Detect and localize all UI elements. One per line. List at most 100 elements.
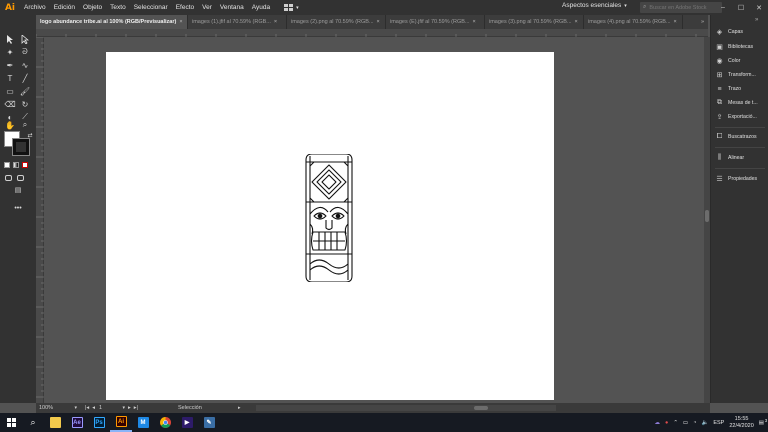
tab-document[interactable]: images (1).jfif al 70.59% (RGB... ×	[188, 15, 287, 29]
menu-ayuda[interactable]: Ayuda	[248, 4, 274, 11]
tab-document[interactable]: images (E).jfif al 70.59% (RGB... ×	[386, 15, 485, 29]
line-tool-icon[interactable]: ╱	[19, 72, 31, 84]
notes-app-icon[interactable]: ✎	[198, 413, 220, 432]
horizontal-scrollbar[interactable]	[256, 405, 556, 411]
rotate-tool-icon[interactable]: ↻	[19, 98, 31, 110]
menu-efecto[interactable]: Efecto	[172, 4, 198, 11]
tab-document[interactable]: images (3).png al 70.59% (RGB... ×	[485, 15, 584, 29]
chrome-icon[interactable]	[154, 413, 176, 432]
color-mode-icon[interactable]	[4, 162, 10, 168]
artboard[interactable]	[106, 52, 554, 400]
prev-artboard-icon[interactable]: ◂	[92, 405, 95, 411]
battery-icon[interactable]: ▭	[683, 420, 688, 426]
panel-trazo[interactable]: ≡ Trazo	[715, 83, 741, 95]
edit-toolbar-icon[interactable]: •••	[12, 202, 24, 214]
tab-document-active[interactable]: logo abundance tribe.ai al 100% (RGB/Pre…	[36, 15, 188, 29]
tab-label: images (1).jfif al 70.59% (RGB...	[192, 19, 271, 25]
after-effects-icon[interactable]: Ae	[66, 413, 88, 432]
menu-ver[interactable]: Ver	[198, 4, 216, 11]
tab-overflow-icon[interactable]: »	[697, 15, 708, 29]
illustrator-icon[interactable]: Ai	[110, 413, 132, 432]
notifications-icon[interactable]: ▤ 3	[759, 418, 768, 426]
scroll-thumb[interactable]	[474, 406, 488, 410]
selection-tool-icon[interactable]	[4, 33, 16, 45]
close-icon[interactable]: ×	[179, 19, 182, 25]
adobe-stock-search[interactable]: ⌕	[640, 2, 722, 13]
menu-texto[interactable]: Texto	[106, 4, 130, 11]
artboard-number-select[interactable]: 1 ▾	[99, 405, 125, 411]
photoshop-icon[interactable]: Ps	[88, 413, 110, 432]
media-app-icon[interactable]: M	[132, 413, 154, 432]
menu-ventana[interactable]: Ventana	[216, 4, 248, 11]
premiere-app-icon[interactable]: ▶	[176, 413, 198, 432]
curvature-tool-icon[interactable]: ∿	[19, 59, 31, 71]
direct-selection-tool-icon[interactable]	[19, 33, 31, 45]
panel-buscatrazos[interactable]: ⧠ Buscatrazos	[715, 131, 757, 143]
last-artboard-icon[interactable]: ▸|	[134, 405, 138, 411]
transform-icon: ⊞	[716, 72, 723, 79]
onedrive-icon[interactable]: ☁	[654, 420, 660, 426]
panel-exportacion[interactable]: ⇪ Exportació...	[715, 111, 757, 123]
language-indicator[interactable]: ESP	[713, 420, 724, 426]
app-tray-icon[interactable]: ●	[665, 420, 668, 426]
lasso-tool-icon[interactable]: ᘐ	[19, 46, 31, 58]
panel-capas[interactable]: ◈ Capas	[715, 26, 743, 38]
maximize-icon[interactable]: ☐	[732, 0, 750, 15]
export-icon: ⇪	[716, 114, 723, 121]
tiki-totem-artwork[interactable]	[304, 154, 354, 282]
minimize-icon[interactable]: –	[714, 0, 732, 15]
draw-behind-icon[interactable]	[17, 175, 24, 181]
eraser-tool-icon[interactable]: ⌫	[4, 98, 16, 110]
close-icon[interactable]: ✕	[750, 0, 768, 15]
close-icon[interactable]: ×	[377, 19, 380, 25]
close-icon[interactable]: ×	[674, 19, 677, 25]
next-artboard-icon[interactable]: ▸	[128, 405, 131, 411]
pen-tool-icon[interactable]: ✒	[4, 59, 16, 71]
panel-bibliotecas[interactable]: ▣ Bibliotecas	[715, 41, 753, 53]
gradient-mode-icon[interactable]	[13, 162, 19, 168]
none-mode-icon[interactable]	[22, 162, 28, 168]
rectangle-tool-icon[interactable]: ▭	[4, 85, 16, 97]
search-input[interactable]	[649, 4, 720, 11]
menu-edicion[interactable]: Edición	[50, 4, 79, 11]
panel-alinear[interactable]: ⫼ Alinear	[715, 152, 744, 164]
menu-archivo[interactable]: Archivo	[20, 4, 50, 11]
tab-document[interactable]: images (2).png al 70.59% (RGB... ×	[287, 15, 386, 29]
menu-seleccionar[interactable]: Seleccionar	[130, 4, 172, 11]
scroll-thumb[interactable]	[705, 210, 709, 222]
first-artboard-icon[interactable]: |◂	[85, 405, 89, 411]
zoom-select[interactable]: 100% ▾	[39, 405, 77, 411]
workspace-switcher[interactable]: Aspectos esenciales ▾	[562, 2, 627, 9]
file-explorer-icon[interactable]	[44, 413, 66, 432]
panel-color[interactable]: ◉ Color	[715, 55, 740, 67]
clock[interactable]: 15:55 22/4/2020	[729, 416, 753, 430]
tab-document[interactable]: images (4).png al 70.59% (RGB... ×	[584, 15, 683, 29]
panel-mesas-de-trabajo[interactable]: ⧉ Mesas de t...	[715, 97, 758, 109]
stroke-color-swatch[interactable]	[12, 138, 30, 156]
arrange-documents-button[interactable]: ▾	[284, 4, 299, 11]
close-icon[interactable]: ×	[274, 19, 277, 25]
canvas-area[interactable]	[44, 37, 704, 403]
magic-wand-tool-icon[interactable]: ✦	[4, 46, 16, 58]
volume-icon[interactable]: 🔈	[701, 420, 708, 426]
hand-tool-icon[interactable]: ✋	[4, 119, 16, 131]
windows-start-icon[interactable]	[0, 413, 22, 432]
panel-propiedades[interactable]: ☰ Propiedades	[715, 173, 757, 185]
chevron-down-icon: ▾	[296, 4, 299, 11]
swap-colors-icon[interactable]: ⇄	[24, 129, 36, 141]
draw-normal-icon[interactable]	[5, 175, 12, 181]
close-icon[interactable]: ×	[472, 19, 475, 25]
search-icon[interactable]: ⌕	[22, 413, 44, 432]
screen-mode-icon[interactable]: ▤	[12, 184, 24, 196]
type-tool-icon[interactable]: T	[4, 72, 16, 84]
chevron-up-icon[interactable]: ⌃	[673, 420, 678, 426]
network-icon[interactable]: ◔	[693, 420, 696, 426]
panel-label: Color	[728, 58, 741, 64]
ruler-ticks	[36, 36, 44, 398]
status-menu-icon[interactable]: ▸	[238, 405, 241, 411]
menu-objeto[interactable]: Objeto	[79, 4, 106, 11]
panel-transformar[interactable]: ⊞ Transform...	[715, 69, 756, 81]
close-icon[interactable]: ×	[575, 19, 578, 25]
paintbrush-tool-icon[interactable]: 🖌	[19, 85, 31, 97]
collapse-panels-icon[interactable]: »	[755, 17, 758, 23]
